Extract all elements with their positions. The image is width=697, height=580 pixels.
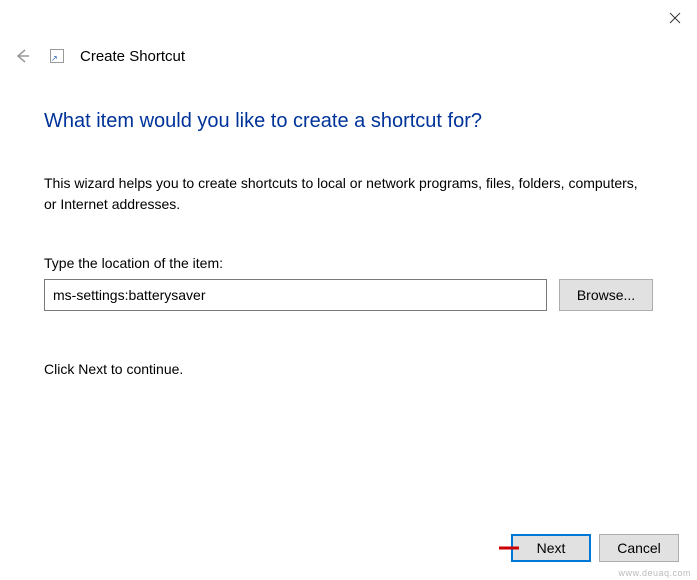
header: Create Shortcut [10, 44, 185, 68]
location-input[interactable] [44, 279, 547, 311]
close-icon [669, 12, 681, 24]
page-heading: What item would you like to create a sho… [44, 110, 653, 133]
shortcut-icon [50, 49, 64, 63]
continue-instruction: Click Next to continue. [44, 361, 653, 377]
browse-button[interactable]: Browse... [559, 279, 653, 311]
next-button-label: Next [537, 540, 566, 556]
footer-buttons: Next Cancel [511, 534, 679, 562]
window-title: Create Shortcut [80, 48, 185, 65]
wizard-description: This wizard helps you to create shortcut… [44, 173, 653, 215]
back-arrow-icon [13, 47, 31, 65]
location-row: Browse... [44, 279, 653, 311]
back-button[interactable] [10, 44, 34, 68]
annotation-marker [499, 547, 519, 550]
cancel-button[interactable]: Cancel [599, 534, 679, 562]
close-button[interactable] [665, 8, 685, 28]
watermark: www.deuaq.com [618, 568, 691, 578]
location-label: Type the location of the item: [44, 255, 653, 271]
next-button[interactable]: Next [511, 534, 591, 562]
main-content: What item would you like to create a sho… [44, 110, 653, 377]
